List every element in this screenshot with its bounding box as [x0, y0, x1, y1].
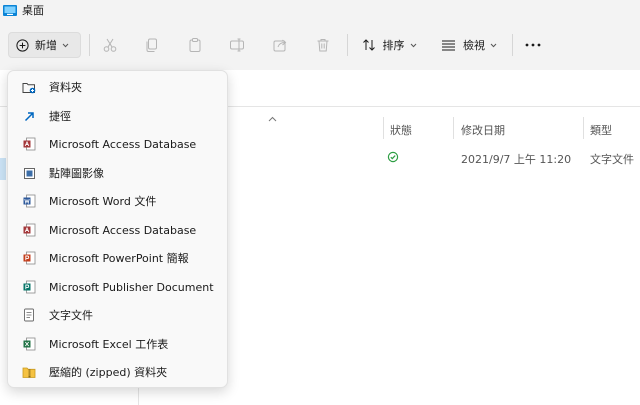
paste-button[interactable]	[183, 32, 207, 58]
powerpoint-icon	[23, 251, 35, 265]
menu-item-label: 文字文件	[49, 309, 93, 322]
column-header-modified[interactable]: 修改日期	[461, 122, 505, 138]
toolbar-separator	[347, 34, 348, 56]
cut-button[interactable]	[98, 32, 122, 58]
view-button-label: 檢視	[463, 39, 485, 52]
title-bar: 桌面	[0, 0, 640, 20]
menu-item-zipped-folder[interactable]: 壓縮的 (zipped) 資料夾	[12, 359, 224, 385]
menu-item-label: 捷徑	[49, 110, 71, 123]
toolbar-separator	[512, 34, 513, 56]
word-icon	[23, 194, 35, 208]
clipboard-icon	[189, 38, 201, 52]
scissors-icon	[103, 38, 117, 52]
more-options-button[interactable]	[520, 32, 546, 58]
menu-item-powerpoint-presentation[interactable]: Microsoft PowerPoint 簡報	[12, 245, 224, 271]
new-item-menu: 資料夾 捷徑 Microsoft Access Database 點陣圖影像 M…	[7, 70, 228, 388]
share-button[interactable]	[268, 32, 292, 58]
add-circle-icon	[16, 38, 29, 52]
delete-button[interactable]	[311, 32, 335, 58]
menu-item-publisher-document[interactable]: Microsoft Publisher Document	[12, 274, 224, 300]
new-button-label: 新增	[35, 39, 57, 52]
desktop-folder-icon	[3, 4, 17, 16]
copy-icon	[146, 38, 157, 52]
chevron-down-icon	[62, 43, 69, 47]
view-list-icon	[442, 40, 455, 51]
menu-item-label: 壓縮的 (zipped) 資料夾	[49, 366, 168, 379]
excel-icon	[23, 337, 35, 351]
folder-new-icon	[22, 82, 36, 93]
menu-item-label: Microsoft Word 文件	[49, 195, 157, 208]
menu-item-label: Microsoft Publisher Document	[49, 280, 214, 294]
menu-item-access-database[interactable]: Microsoft Access Database	[12, 217, 224, 243]
column-separator[interactable]	[453, 117, 454, 139]
access-icon	[23, 223, 35, 237]
menu-item-access-database[interactable]: Microsoft Access Database	[12, 131, 224, 157]
view-button[interactable]: 檢視	[436, 32, 502, 58]
more-dots-icon	[525, 43, 541, 47]
menu-item-text-document[interactable]: 文字文件	[12, 302, 224, 328]
menu-item-label: Microsoft Access Database	[49, 223, 197, 237]
sync-status-ok-icon	[387, 151, 399, 163]
rename-icon	[230, 38, 244, 52]
toolbar-separator	[89, 34, 90, 56]
menu-item-label: Microsoft Access Database	[49, 137, 197, 151]
column-header-type[interactable]: 類型	[590, 122, 612, 138]
rename-button[interactable]	[225, 32, 249, 58]
nav-pane-selection	[0, 158, 6, 180]
menu-item-label: 點陣圖影像	[49, 167, 104, 180]
menu-item-word-document[interactable]: Microsoft Word 文件	[12, 188, 224, 214]
shortcut-icon	[24, 111, 34, 121]
menu-item-bitmap-image[interactable]: 點陣圖影像	[12, 160, 224, 186]
menu-item-shortcut[interactable]: 捷徑	[12, 103, 224, 129]
window-title: 桌面	[22, 4, 44, 17]
command-bar: 新增 排序 檢視	[0, 20, 640, 70]
menu-item-excel-worksheet[interactable]: Microsoft Excel 工作表	[12, 331, 224, 357]
sort-button-label: 排序	[382, 39, 405, 52]
zip-folder-icon	[22, 367, 36, 378]
sort-ascending-icon	[268, 116, 277, 122]
chevron-down-icon	[410, 43, 416, 47]
copy-button[interactable]	[140, 32, 164, 58]
new-button[interactable]: 新增	[8, 32, 81, 58]
access-icon	[23, 137, 35, 151]
text-document-icon	[24, 308, 34, 322]
menu-item-label: Microsoft Excel 工作表	[49, 338, 169, 351]
share-icon	[273, 39, 287, 52]
bitmap-icon	[23, 167, 35, 179]
sort-button[interactable]: 排序	[356, 32, 422, 58]
column-separator[interactable]	[583, 117, 584, 139]
chevron-down-icon	[490, 43, 497, 47]
menu-item-label: Microsoft PowerPoint 簡報	[49, 252, 189, 265]
column-header-status[interactable]: 狀態	[390, 122, 412, 138]
file-modified-date: 2021/9/7 上午 11:20	[461, 153, 572, 166]
trash-icon	[317, 39, 329, 52]
sort-icon	[362, 39, 375, 51]
menu-item-label: 資料夾	[49, 81, 82, 94]
menu-item-folder[interactable]: 資料夾	[12, 74, 224, 100]
publisher-icon	[23, 280, 35, 294]
column-separator[interactable]	[383, 117, 384, 139]
file-type: 文字文件	[590, 153, 634, 166]
